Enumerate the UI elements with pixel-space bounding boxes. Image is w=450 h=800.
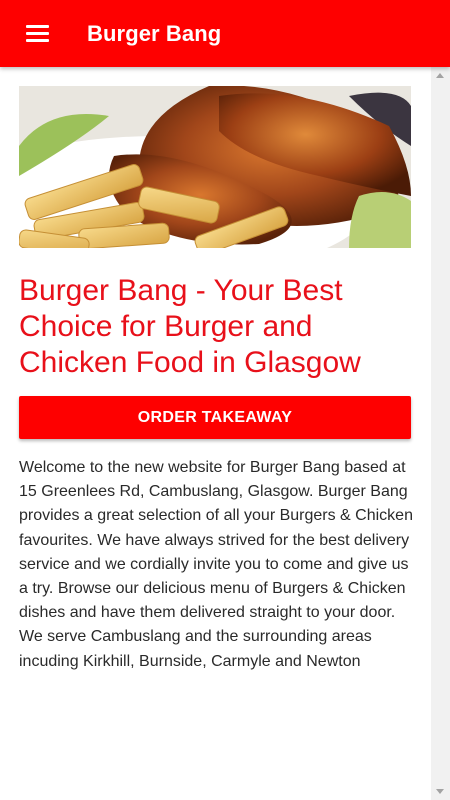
page-headline: Burger Bang - Your Best Choice for Burge…	[19, 274, 361, 379]
order-takeaway-button[interactable]: ORDER TAKEAWAY	[19, 396, 411, 439]
hamburger-menu-icon[interactable]	[26, 21, 52, 47]
scrollbar-thumb[interactable]	[434, 85, 447, 775]
app-bar: Burger Bang	[0, 0, 450, 67]
scroll-down-arrow-icon[interactable]	[436, 789, 444, 794]
hero-image	[19, 86, 411, 248]
scroll-up-arrow-icon[interactable]	[436, 73, 444, 78]
app-title: Burger Bang	[87, 20, 222, 46]
main-content: Burger Bang - Your Best Choice for Burge…	[0, 67, 431, 800]
intro-paragraph: Welcome to the new website for Burger Ba…	[19, 459, 413, 670]
vertical-scrollbar[interactable]	[431, 67, 450, 800]
